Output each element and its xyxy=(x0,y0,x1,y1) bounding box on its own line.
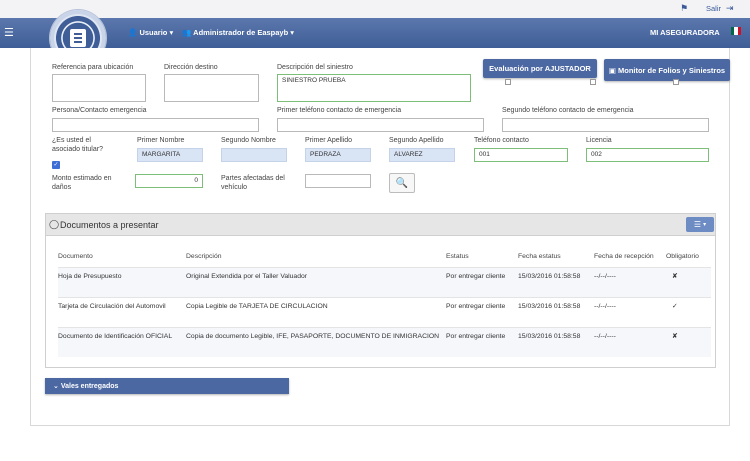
cell-fecha-recepcion: --/--/---- xyxy=(594,296,666,327)
cell-descripcion: Copia Legible de TARJETA DE CIRCULACION xyxy=(186,296,446,327)
search-icon: 🔍 xyxy=(395,177,409,189)
circle-icon: ◯ xyxy=(49,219,60,229)
persona-contacto-input[interactable] xyxy=(52,118,259,132)
cell-obligatorio: ✘ xyxy=(666,266,711,297)
cell-fecha-estatus: 15/03/2016 01:58:58 xyxy=(518,326,594,357)
chevron-down-icon: ▾ xyxy=(169,28,174,37)
segundo-nombre-label: Segundo Nombre xyxy=(221,137,276,144)
top-utility-bar: ⚑ Salir ⇥ xyxy=(0,0,750,18)
primer-telefono-label: Primer teléfono contacto de emergencia xyxy=(277,107,402,114)
referencia-textarea[interactable] xyxy=(52,74,146,102)
caret-down-icon: ▾ xyxy=(703,222,707,228)
primer-apellido-label: Primer Apellido xyxy=(305,137,353,144)
salir-link[interactable]: Salir xyxy=(706,4,721,13)
documentos-panel-header: ◯ Documentos a presentar ☰ ▾ xyxy=(46,214,715,236)
telefono-contacto-input[interactable]: 001 xyxy=(474,148,568,162)
vales-label: Vales entregados xyxy=(60,383,119,390)
table-row[interactable]: Tarjeta de Circulación del Automovil Cop… xyxy=(58,296,711,327)
cell-documento: Documento de Identificación OFICIAL xyxy=(58,326,186,357)
users-icon: 👥 xyxy=(182,28,192,37)
direccion-label: Dirección destino xyxy=(164,64,218,71)
table-header-row: Documento Descripción Estatus Fecha esta… xyxy=(58,246,711,267)
cell-fecha-estatus: 15/03/2016 01:58:58 xyxy=(518,296,594,327)
monto-input[interactable]: 0 xyxy=(135,174,203,188)
col-descripcion: Descripción xyxy=(186,252,222,260)
documentos-panel: ◯ Documentos a presentar ☰ ▾ Documento D… xyxy=(45,213,716,368)
primer-apellido-input[interactable]: PEDRAZA xyxy=(305,148,371,162)
cell-obligatorio: ✓ xyxy=(666,296,711,327)
direccion-textarea[interactable] xyxy=(164,74,259,102)
table-row[interactable]: Documento de Identificación OFICIAL Copi… xyxy=(58,326,711,357)
vales-entregados-bar[interactable]: ⌄ Vales entregados xyxy=(45,378,289,394)
cell-obligatorio: ✘ xyxy=(666,326,711,357)
titular-label: ¿Es usted el asociado titular? xyxy=(52,137,103,153)
col-fecha-estatus: Fecha estatus xyxy=(518,252,561,260)
monitor-folios-button[interactable]: ▣ Monitor de Folios y Siniestros xyxy=(604,59,730,81)
segundo-nombre-input[interactable] xyxy=(221,148,287,162)
primer-nombre-label: Primer Nombre xyxy=(137,137,185,144)
table-row[interactable]: Hoja de Presupuesto Original Extendida p… xyxy=(58,266,711,297)
cell-estatus: Por entregar cliente xyxy=(446,266,518,297)
descripcion-textarea[interactable]: SINIESTRO PRUEBA xyxy=(277,74,471,102)
persona-contacto-label: Persona/Contacto emergencia xyxy=(52,107,147,114)
hamburger-menu-icon[interactable]: ☰ xyxy=(4,26,14,39)
usuario-label: Usuario xyxy=(139,28,168,37)
panel-options-button[interactable]: ☰ ▾ xyxy=(686,217,714,232)
descripcion-label: Descripción del siniestro xyxy=(277,64,353,71)
signpost-icon[interactable]: ⚑ xyxy=(680,3,688,14)
cell-descripcion: Original Extendida por el Taller Valuado… xyxy=(186,266,446,297)
option-checkbox[interactable] xyxy=(590,79,596,85)
evaluacion-ajustador-button[interactable]: Evaluación por AJUSTADOR xyxy=(483,59,597,78)
aseguradora-name: MI ASEGURADORA xyxy=(650,28,720,37)
referencia-label: Referencia para ubicación xyxy=(52,64,134,71)
partes-input[interactable] xyxy=(305,174,371,188)
option-checkbox[interactable] xyxy=(505,79,511,85)
primer-telefono-input[interactable] xyxy=(277,118,484,132)
cell-fecha-recepcion: --/--/---- xyxy=(594,326,666,357)
col-documento: Documento xyxy=(58,252,93,260)
col-estatus: Estatus xyxy=(446,252,469,260)
licencia-input[interactable]: 002 xyxy=(586,148,709,162)
titular-checkbox[interactable]: ✓ xyxy=(52,161,60,169)
primer-nombre-input[interactable]: MARGARITA xyxy=(137,148,203,162)
segundo-apellido-input[interactable]: ALVAREZ xyxy=(389,148,455,162)
col-obligatorio: Obligatorio xyxy=(666,252,699,260)
documentos-title: Documentos a presentar xyxy=(60,220,159,230)
search-button[interactable]: 🔍 xyxy=(389,173,415,193)
licencia-label: Licencia xyxy=(586,137,612,144)
option-checkbox[interactable] xyxy=(673,79,679,85)
administrador-menu[interactable]: 👥 Administrador de Easpayb ▾ xyxy=(182,28,294,37)
monto-label: Monto estimado en daños xyxy=(52,175,112,191)
cell-estatus: Por entregar cliente xyxy=(446,326,518,357)
list-icon: ☰ xyxy=(693,220,702,229)
cell-fecha-recepcion: --/--/---- xyxy=(594,266,666,297)
cell-descripcion: Copia de documento Legible, IFE, PASAPOR… xyxy=(186,326,446,357)
partes-label: Partes afectadas del vehículo xyxy=(221,175,285,191)
col-fecha-recepcion: Fecha de recepción xyxy=(594,252,654,260)
documentos-table: Documento Descripción Estatus Fecha esta… xyxy=(58,246,711,357)
segundo-telefono-label: Segundo teléfono contacto de emergencia xyxy=(502,107,634,114)
user-icon: 👤 xyxy=(128,28,138,37)
mexico-flag-icon xyxy=(731,27,741,35)
sign-out-icon[interactable]: ⇥ xyxy=(726,3,734,14)
cell-fecha-estatus: 15/03/2016 01:58:58 xyxy=(518,266,594,297)
segundo-apellido-label: Segundo Apellido xyxy=(389,137,444,144)
main-navbar: ☰ 👤 Usuario ▾ 👥 Administrador de Easpayb… xyxy=(0,18,750,48)
logo-mark-icon xyxy=(70,29,86,47)
cell-documento: Tarjeta de Circulación del Automovil xyxy=(58,296,186,327)
administrador-label: Administrador de Easpayb xyxy=(193,28,289,37)
monitor-folios-label: Monitor de Folios y Siniestros xyxy=(617,65,726,75)
telefono-contacto-label: Teléfono contacto xyxy=(474,137,529,144)
monitor-icon: ▣ xyxy=(608,65,616,75)
cell-documento: Hoja de Presupuesto xyxy=(58,266,186,297)
chevron-down-icon: ▾ xyxy=(290,28,295,37)
cell-estatus: Por entregar cliente xyxy=(446,296,518,327)
segundo-telefono-input[interactable] xyxy=(502,118,709,132)
chevron-down-icon: ⌄ xyxy=(53,383,59,390)
usuario-menu[interactable]: 👤 Usuario ▾ xyxy=(128,28,173,37)
